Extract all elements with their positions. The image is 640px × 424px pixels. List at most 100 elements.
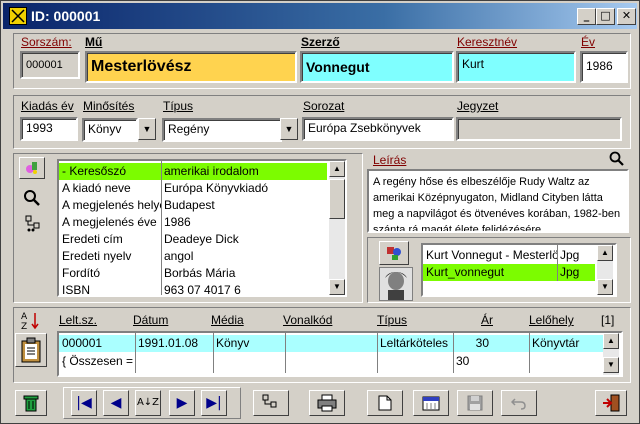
file-item[interactable]: Kurt Vonnegut - MesterlövészJpg	[423, 247, 595, 264]
undo-button[interactable]	[501, 390, 537, 416]
loans-scrollbar[interactable]: ▲ ▼	[603, 333, 619, 375]
palette-button[interactable]	[19, 157, 45, 179]
files-scrollbar[interactable]: ▲ ▼	[597, 245, 613, 295]
firstname-field[interactable]: Kurt	[456, 51, 576, 83]
year-field[interactable]: 1986	[580, 51, 628, 83]
list-item[interactable]: A megjelenés éve 1986	[59, 214, 327, 231]
list-item[interactable]: A kiadó neve Európa Könyvkiadó	[59, 180, 327, 197]
sort-button[interactable]: AZ	[21, 311, 41, 334]
exit-button[interactable]	[595, 390, 627, 416]
record-count: [1]	[601, 313, 615, 327]
scroll-thumb[interactable]	[329, 179, 345, 219]
prev-record-button[interactable]: ◀	[103, 390, 129, 416]
close-button[interactable]: ✕	[617, 8, 636, 25]
cell-tipus: Leltárköteles	[380, 336, 449, 350]
header-lelohely[interactable]: Lelőhely	[529, 313, 574, 327]
loans-scroll-down[interactable]: ▼	[603, 357, 619, 373]
title-bar[interactable]: ID: 000001 _ □ ✕	[3, 3, 637, 29]
maximize-button[interactable]: □	[596, 8, 615, 25]
property-key: A megjelenés éve	[62, 215, 157, 229]
magnifier-icon	[609, 151, 624, 166]
clipboard-button[interactable]	[15, 333, 47, 367]
list-item[interactable]: A megjelenés helye Budapest	[59, 197, 327, 214]
description-text[interactable]: A regény hőse és elbeszélője Rudy Waltz …	[367, 169, 629, 233]
undo-icon	[510, 398, 526, 410]
files-scroll-up[interactable]: ▲	[597, 245, 613, 261]
header-ar[interactable]: Ár	[481, 313, 493, 327]
keresztnev-label: Keresztnév	[457, 35, 518, 49]
svg-text:A: A	[21, 312, 28, 322]
property-key: - Keresőszó	[62, 164, 127, 178]
print-button[interactable]	[309, 390, 345, 416]
delete-button[interactable]	[15, 390, 47, 416]
total-label: { Összesen =	[62, 354, 134, 368]
svg-text:Z: Z	[21, 322, 27, 331]
minosites-dropdown-button[interactable]: ▼	[138, 118, 156, 140]
kiadas-field[interactable]: 1993	[20, 117, 78, 141]
leiras-search-button[interactable]	[609, 151, 625, 170]
scroll-up-button[interactable]: ▲	[329, 161, 345, 177]
sorozat-field[interactable]: Európa Zsebkönyvek	[302, 117, 454, 141]
properties-list[interactable]: - Keresőszó amerikai irodalom A kiadó neve…	[57, 159, 347, 297]
loans-grid[interactable]: 000001 1991.01.08 Könyv Leltárköteles 30…	[57, 331, 623, 377]
calendar-button[interactable]	[413, 390, 449, 416]
file-ext: Jpg	[560, 265, 580, 279]
ev-label: Év	[581, 35, 596, 49]
szerzo-label: Szerző	[301, 35, 340, 49]
file-name: Kurt_vonnegut	[426, 265, 505, 279]
tree-view-button[interactable]	[253, 390, 289, 416]
files-scroll-down[interactable]: ▼	[597, 279, 613, 295]
property-value: Borbás Mária	[164, 266, 236, 280]
header-tipus[interactable]: Típus	[377, 313, 407, 327]
tree-button[interactable]	[25, 215, 45, 235]
cell-lelohely: Könyvtár	[532, 336, 580, 350]
cell-vonalkod	[285, 335, 377, 352]
cell-media: Könyv	[216, 336, 250, 350]
app-icon[interactable]	[9, 7, 27, 25]
tipus-dropdown-button[interactable]: ▼	[280, 118, 298, 140]
new-record-button[interactable]	[367, 390, 403, 416]
search-button[interactable]	[23, 189, 43, 209]
header-media[interactable]: Média	[211, 313, 244, 327]
minosites-select[interactable]: Könyv	[82, 118, 138, 142]
author-photo	[379, 267, 413, 301]
property-key: ISBN	[62, 283, 91, 297]
author-field[interactable]: Vonnegut	[300, 51, 454, 83]
cell-datum: 1991.01.08	[138, 336, 199, 350]
shapes-icon	[387, 247, 401, 260]
header-lelt[interactable]: Lelt.sz.	[59, 313, 97, 327]
minosites-label: Minősítés	[83, 99, 135, 113]
table-row[interactable]: 000001 1991.01.08 Könyv Leltárköteles 30…	[59, 335, 603, 352]
tipus-select[interactable]: Regény	[162, 118, 282, 142]
image-tool-button[interactable]	[379, 241, 409, 265]
save-button[interactable]	[457, 390, 493, 416]
sorszam-field: 000001	[20, 51, 80, 79]
files-list[interactable]: Kurt Vonnegut - MesterlövészJpgKurt_vonn…	[421, 243, 617, 297]
first-record-button[interactable]: |◀	[71, 390, 97, 416]
list-item[interactable]: - Keresőszó amerikai irodalom	[59, 163, 327, 180]
property-value: angol	[164, 249, 194, 263]
file-ext: Jpg	[560, 248, 580, 262]
title-field[interactable]: Mesterlövész	[85, 51, 297, 83]
next-record-button[interactable]: ▶	[169, 390, 195, 416]
magnifier-icon	[24, 190, 40, 206]
header-vonalkod[interactable]: Vonalkód	[283, 313, 332, 327]
list-item[interactable]: Eredeti cím Deadeye Dick	[59, 231, 327, 248]
tree-icon	[262, 394, 277, 408]
last-record-button[interactable]: ▶|	[201, 390, 227, 416]
total-value: 30	[456, 354, 470, 368]
jegyzet-field[interactable]	[456, 117, 622, 141]
header-datum[interactable]: Dátum	[133, 313, 168, 327]
save-icon	[467, 395, 483, 411]
loans-scroll-up[interactable]: ▲	[603, 333, 619, 349]
scroll-down-button[interactable]: ▼	[329, 279, 345, 295]
window-title: ID: 000001	[31, 8, 101, 24]
list-item[interactable]: ISBN 963 07 4017 6	[59, 282, 327, 297]
file-item[interactable]: Kurt_vonnegut Jpg	[423, 264, 595, 281]
minimize-button[interactable]: _	[577, 8, 596, 25]
properties-scrollbar[interactable]: ▲ ▼	[329, 161, 345, 295]
list-item[interactable]: Fordító Borbás Mária	[59, 265, 327, 282]
property-value: 963 07 4017 6	[164, 283, 241, 297]
list-item[interactable]: Eredeti nyelv angol	[59, 248, 327, 265]
sort-records-button[interactable]: A↓Z	[135, 390, 161, 416]
